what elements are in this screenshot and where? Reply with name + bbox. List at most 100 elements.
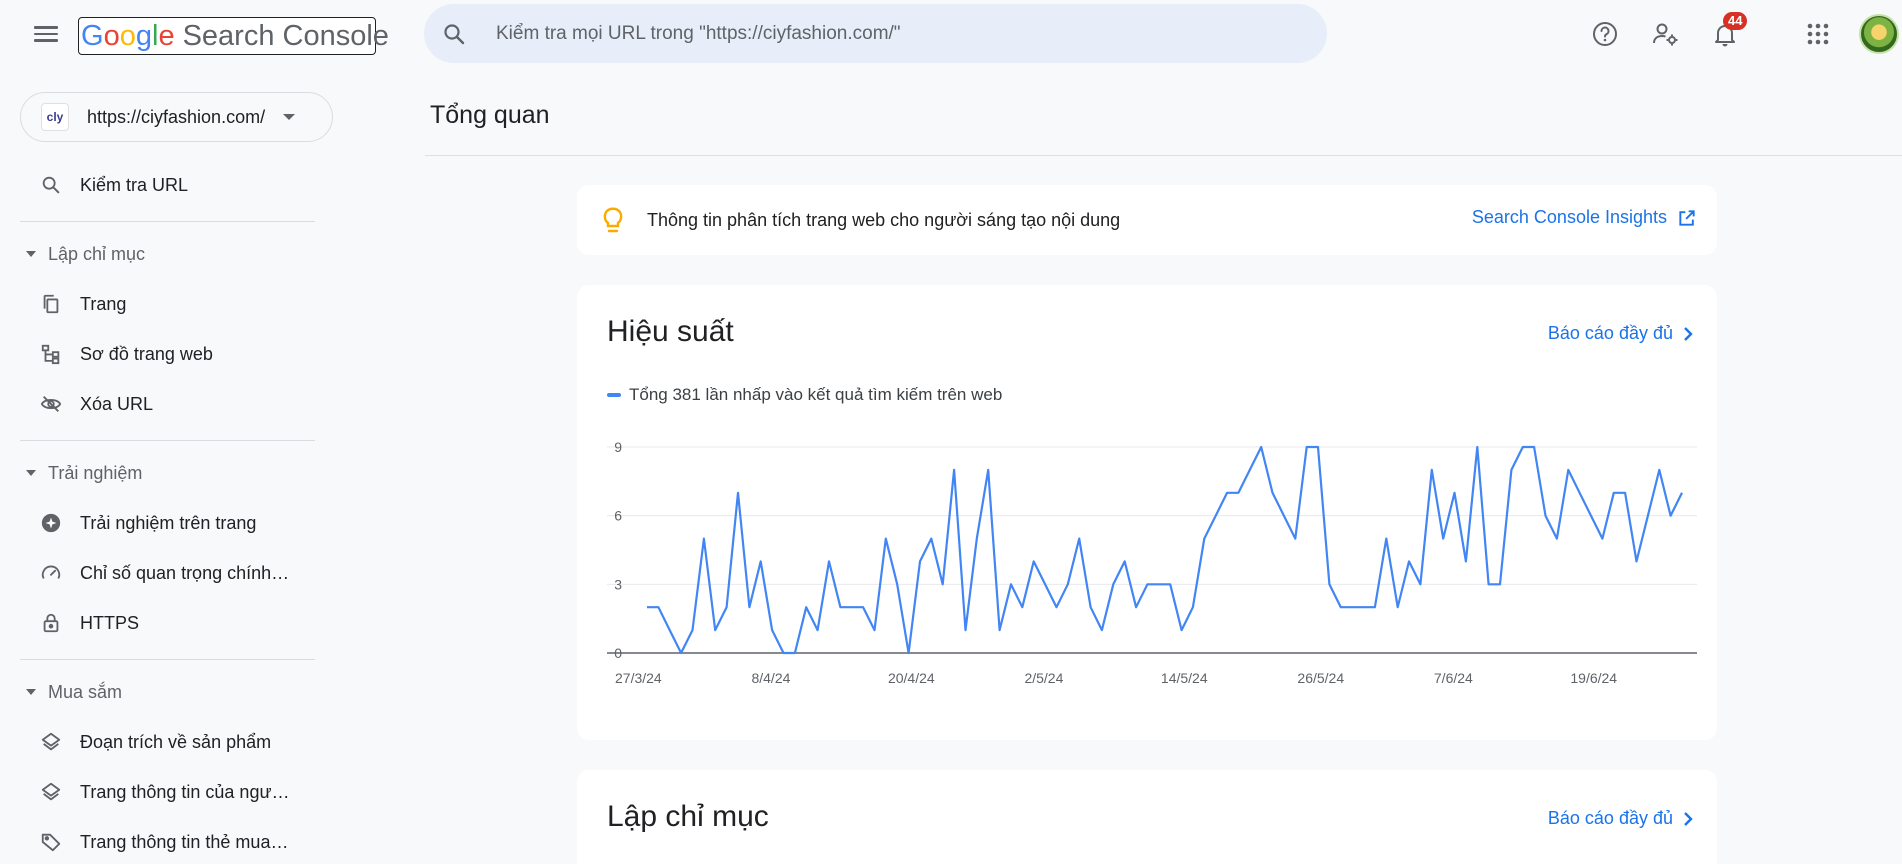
caret-down-icon [26, 470, 36, 476]
chevron-right-icon [1684, 811, 1693, 826]
menu-icon [34, 26, 58, 29]
sidebar-item-merchant-listings[interactable]: Trang thông tin của ngư… [20, 770, 315, 814]
lock-icon [20, 611, 76, 635]
x-tick-label: 7/6/24 [1434, 670, 1473, 686]
full-report-label: Báo cáo đầy đủ [1547, 323, 1673, 343]
x-tick-label: 19/6/24 [1570, 670, 1617, 686]
speed-gauge-icon [20, 562, 76, 584]
logo-letter: G [81, 19, 104, 52]
property-selector[interactable]: cly https://ciyfashion.com/ [20, 92, 333, 142]
apps-grid-button[interactable] [1798, 14, 1838, 54]
main-menu-button[interactable] [26, 18, 66, 50]
logo-letter: e [158, 19, 175, 52]
clicks-series-line [647, 445, 1683, 655]
full-report-label: Báo cáo đầy đủ [1547, 808, 1673, 828]
help-button[interactable] [1585, 14, 1625, 54]
sidebar-section-indexing[interactable]: Lập chỉ mục [26, 239, 145, 269]
x-tick-label: 8/4/24 [751, 670, 790, 686]
x-tick-label: 27/3/24 [615, 670, 662, 686]
sidebar-item-core-web-vitals[interactable]: Chỉ số quan trọng chính… [20, 551, 315, 595]
sidebar-item-label: Trang thông tin thẻ mua… [80, 831, 289, 852]
insights-text: Thông tin phân tích trang web cho người … [647, 209, 1121, 230]
sidebar-item-label: Chỉ số quan trọng chính… [80, 562, 290, 583]
notification-badge: 44 [1723, 12, 1748, 30]
sidebar-item-label: Xóa URL [80, 393, 154, 414]
search-console-logo[interactable]: Go o g l e Search Console [78, 17, 389, 55]
x-tick-label: 2/5/24 [1024, 670, 1063, 686]
account-avatar[interactable] [1859, 14, 1899, 54]
x-tick-label: 20/4/24 [888, 670, 935, 686]
indexing-full-report-link[interactable]: Báo cáo đầy đủ [1548, 808, 1695, 829]
sidebar-item-label: Trang [80, 293, 127, 314]
chart-legend: Tổng 381 lần nhấp vào kết quả tìm kiếm t… [607, 385, 1002, 405]
x-tick-label: 26/5/24 [1297, 670, 1344, 686]
open-in-new-icon [1679, 209, 1695, 226]
sidebar-divider [20, 659, 315, 660]
legend-swatch [607, 393, 621, 397]
sidebar-item-shopping-tab-listings[interactable]: Trang thông tin thẻ mua… [20, 820, 315, 864]
chevron-down-icon [283, 114, 295, 120]
logo-letter: o [103, 19, 120, 52]
sidebar-item-page-experience[interactable]: Trải nghiệm trên trang [20, 501, 315, 545]
top-bar: GoogleSearch Console 44 [0, 0, 1902, 68]
search-input[interactable] [484, 13, 1327, 54]
url-inspection-search[interactable] [424, 4, 1327, 63]
sidebar-section-label: Lập chỉ mục [48, 243, 146, 264]
property-url: https://ciyfashion.com/ [87, 106, 266, 127]
y-tick-label: 9 [614, 439, 622, 455]
manage-users-button[interactable] [1645, 14, 1685, 54]
sidebar-section-label: Trải nghiệm [48, 462, 143, 483]
visibility-off-icon [20, 393, 76, 415]
x-tick-label: 14/5/24 [1161, 670, 1208, 686]
chevron-right-icon [1684, 326, 1693, 341]
insights-link-label: Search Console Insights [1471, 207, 1667, 227]
sidebar-item-pages[interactable]: Trang [20, 282, 315, 326]
sidebar-item-label: HTTPS [80, 612, 140, 633]
sidebar-section-experience[interactable]: Trải nghiệm [26, 458, 142, 488]
logo-letter: g [135, 19, 152, 52]
page-title: Tổng quan [430, 101, 550, 129]
help-icon [1593, 22, 1617, 46]
y-tick-label: 3 [614, 576, 622, 592]
sidebar-item-sitemaps[interactable]: Sơ đồ trang web [20, 332, 315, 376]
sidebar-divider [20, 221, 315, 222]
sidebar-divider [20, 440, 315, 441]
apps-grid-icon [1807, 23, 1829, 45]
sidebar-section-shopping[interactable]: Mua sắm [26, 677, 122, 707]
search-icon [424, 4, 484, 63]
indexing-card: Lập chỉ mục Báo cáo đầy đủ [577, 770, 1717, 864]
caret-down-icon [26, 689, 36, 695]
legend-label: Tổng 381 lần nhấp vào kết quả tìm kiếm t… [629, 385, 1003, 404]
layers-icon [20, 781, 76, 803]
menu-icon-line [34, 39, 58, 42]
sidebar-item-label: Đoạn trích về sản phẩm [80, 731, 272, 752]
sidebar-item-https[interactable]: HTTPS [20, 601, 315, 645]
pages-icon [20, 293, 76, 315]
sidebar-item-product-snippets[interactable]: Đoạn trích về sản phẩm [20, 720, 315, 764]
layers-icon [20, 731, 76, 753]
performance-full-report-link[interactable]: Báo cáo đầy đủ [1548, 323, 1695, 344]
property-favicon: cly [41, 103, 69, 131]
sidebar-item-url-inspection[interactable]: Kiểm tra URL [20, 163, 315, 207]
title-divider [425, 155, 1902, 156]
search-console-insights-link[interactable]: Search Console Insights [1472, 207, 1697, 228]
sidebar-item-label: Trải nghiệm trên trang [80, 512, 257, 533]
sidebar-item-label: Trang thông tin của ngư… [80, 781, 290, 802]
sitemap-icon [20, 343, 76, 365]
manage-users-icon [1653, 23, 1678, 46]
performance-card: Hiệu suất Báo cáo đầy đủ Tổng 381 lần nh… [577, 285, 1717, 740]
y-tick-label: 6 [614, 508, 622, 524]
sidebar-item-removals[interactable]: Xóa URL [20, 382, 315, 426]
indexing-title: Lập chỉ mục [607, 800, 769, 833]
performance-title: Hiệu suất [607, 315, 734, 348]
sidebar-section-label: Mua sắm [48, 681, 123, 702]
lightbulb-icon [599, 205, 627, 235]
caret-down-icon [26, 251, 36, 257]
tag-icon [20, 831, 76, 853]
sidebar-item-label: Sơ đồ trang web [80, 343, 213, 364]
notifications-button[interactable]: 44 [1705, 12, 1748, 54]
logo-letter: o [119, 19, 136, 52]
y-tick-label: 0 [614, 645, 622, 661]
page-experience-icon [20, 512, 76, 534]
menu-icon-line [34, 32, 58, 36]
